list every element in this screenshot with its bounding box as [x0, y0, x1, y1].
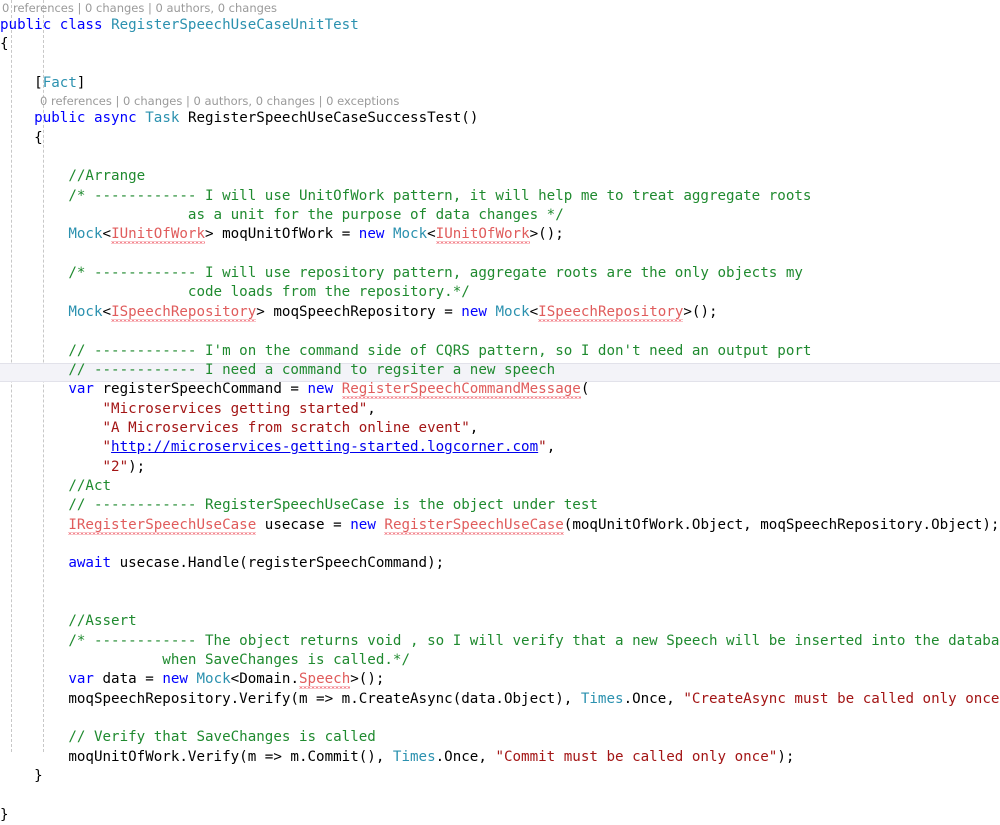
- comment-repository-line2: code loads from the repository.*/: [68, 284, 469, 300]
- codelens-method-header[interactable]: 0 references | 0 changes | 0 authors, 0 …: [0, 93, 1000, 109]
- comment-unitofwork-line2: as a unit for the purpose of data change…: [68, 207, 563, 223]
- identifier-speech-unresolved: Speech: [299, 671, 350, 689]
- identifier-ispeechrepository-unresolved: ISpeechRepository: [111, 304, 256, 322]
- line-comment-unitofwork-1[interactable]: /* ------------ I will use UnitOfWork pa…: [0, 187, 1000, 206]
- keyword-new: new: [359, 226, 385, 242]
- comment-unitofwork-line1: /* ------------ I will use UnitOfWork pa…: [68, 188, 811, 204]
- line-declare-usecase[interactable]: IRegisterSpeechUseCase usecase = new Reg…: [0, 516, 1000, 535]
- type-mock: Mock: [495, 304, 529, 320]
- identifier-iregisterspeechusecase-unresolved: IRegisterSpeechUseCase: [68, 517, 256, 535]
- codelens-class-header[interactable]: 0 references | 0 changes | 0 authors, 0 …: [0, 0, 1000, 16]
- line-declare-moq-speech-repository[interactable]: Mock<ISpeechRepository> moqSpeechReposit…: [0, 303, 1000, 322]
- class-name-identifier: RegisterSpeechUseCaseUnitTest: [111, 17, 359, 33]
- line-blank[interactable]: [0, 55, 1000, 74]
- line-class-declaration[interactable]: public class RegisterSpeechUseCaseUnitTe…: [0, 16, 1000, 35]
- identifier-iunitofwork-unresolved: IUnitOfWork: [436, 226, 530, 244]
- line-comment-assert[interactable]: //Assert: [0, 612, 1000, 631]
- line-argument-description[interactable]: "A Microservices from scratch online eve…: [0, 419, 1000, 438]
- line-blank[interactable]: [0, 245, 1000, 264]
- line-class-open-brace[interactable]: {: [0, 35, 1000, 54]
- identifier-iunitofwork-unresolved: IUnitOfWork: [111, 226, 205, 244]
- keyword-class: class: [60, 17, 103, 33]
- line-comment-cqrs[interactable]: // ------------ I'm on the command side …: [0, 342, 1000, 361]
- line-declare-register-speech-command[interactable]: var registerSpeechCommand = new Register…: [0, 380, 1000, 399]
- comment-assert: //Assert: [68, 613, 136, 629]
- comment-returns-void-line2: when SaveChanges is called.*/: [68, 652, 410, 668]
- comment-cqrs: // ------------ I'm on the command side …: [68, 343, 811, 359]
- type-mock: Mock: [68, 304, 102, 320]
- line-blank[interactable]: [0, 535, 1000, 554]
- comment-verify-savechanges: // Verify that SaveChanges is called: [68, 729, 376, 745]
- comment-act: //Act: [68, 478, 111, 494]
- type-mock: Mock: [393, 226, 427, 242]
- keyword-await: await: [68, 555, 111, 571]
- comment-repository-line1: /* ------------ I will use repository pa…: [68, 265, 803, 281]
- keyword-public: public: [0, 17, 51, 33]
- identifier-ispeechrepository-unresolved: ISpeechRepository: [538, 304, 683, 322]
- string-url-link[interactable]: http://microservices-getting-started.log…: [111, 439, 538, 455]
- line-argument-title[interactable]: "Microservices getting started",: [0, 400, 1000, 419]
- line-method-declaration[interactable]: public async Task RegisterSpeechUseCaseS…: [0, 109, 1000, 128]
- line-comment-arrange[interactable]: //Arrange: [0, 167, 1000, 186]
- line-comment-verify-savechanges[interactable]: // Verify that SaveChanges is called: [0, 728, 1000, 747]
- attribute-fact: Fact: [43, 75, 77, 91]
- code-text-layer[interactable]: 0 references | 0 changes | 0 authors, 0 …: [0, 0, 1000, 825]
- line-verify-commit[interactable]: moqUnitOfWork.Verify(m => m.Commit(), Ti…: [0, 748, 1000, 767]
- type-mock: Mock: [196, 671, 230, 687]
- line-fact-attribute[interactable]: [Fact]: [0, 74, 1000, 93]
- line-blank[interactable]: [0, 709, 1000, 728]
- comment-usecase-under-test: // ------------ RegisterSpeechUseCase is…: [68, 497, 598, 513]
- line-comment-usecase[interactable]: // ------------ RegisterSpeechUseCase is…: [0, 496, 1000, 515]
- keyword-var: var: [68, 381, 94, 397]
- keyword-new: new: [308, 381, 334, 397]
- line-method-open-brace[interactable]: {: [0, 129, 1000, 148]
- line-comment-need-command[interactable]: // ------------ I need a command to regs…: [0, 361, 1000, 380]
- line-blank[interactable]: [0, 786, 1000, 805]
- line-verify-create-async[interactable]: moqSpeechRepository.Verify(m => m.Create…: [0, 690, 1000, 709]
- line-comment-void-1[interactable]: /* ------------ The object returns void …: [0, 632, 1000, 651]
- line-blank[interactable]: [0, 574, 1000, 593]
- keyword-var: var: [68, 671, 94, 687]
- line-await-handle[interactable]: await usecase.Handle(registerSpeechComma…: [0, 554, 1000, 573]
- string-create-async-message: "CreateAsync must be called only once": [683, 691, 1000, 707]
- type-mock: Mock: [68, 226, 102, 242]
- line-blank[interactable]: [0, 148, 1000, 167]
- line-declare-moq-unitofwork[interactable]: Mock<IUnitOfWork> moqUnitOfWork = new Mo…: [0, 225, 1000, 244]
- string-type: "2": [103, 459, 129, 475]
- line-comment-repository-2[interactable]: code loads from the repository.*/: [0, 283, 1000, 302]
- keyword-async: async: [94, 110, 137, 126]
- identifier-registerspeechusecase-unresolved: RegisterSpeechUseCase: [384, 517, 563, 535]
- line-blank[interactable]: [0, 322, 1000, 341]
- comment-returns-void-line1: /* ------------ The object returns void …: [68, 633, 1000, 649]
- keyword-new: new: [350, 517, 376, 533]
- comment-arrange: //Arrange: [68, 168, 145, 184]
- line-blank[interactable]: [0, 593, 1000, 612]
- keyword-new: new: [461, 304, 487, 320]
- line-argument-url[interactable]: "http://microservices-getting-started.lo…: [0, 438, 1000, 457]
- comment-need-command: // ------------ I need a command to regs…: [68, 362, 555, 378]
- line-class-close-brace[interactable]: }: [0, 806, 1000, 825]
- line-comment-repository-1[interactable]: /* ------------ I will use repository pa…: [0, 264, 1000, 283]
- line-method-close-brace[interactable]: }: [0, 767, 1000, 786]
- string-description: "A Microservices from scratch online eve…: [103, 420, 470, 436]
- keyword-public: public: [34, 110, 85, 126]
- code-editor[interactable]: 0 references | 0 changes | 0 authors, 0 …: [0, 0, 1000, 752]
- line-comment-void-2[interactable]: when SaveChanges is called.*/: [0, 651, 1000, 670]
- line-comment-unitofwork-2[interactable]: as a unit for the purpose of data change…: [0, 206, 1000, 225]
- string-commit-message: "Commit must be called only once": [495, 749, 777, 765]
- type-task: Task: [145, 110, 179, 126]
- line-argument-type[interactable]: "2");: [0, 458, 1000, 477]
- keyword-new: new: [162, 671, 188, 687]
- identifier-register-speech-command-message-unresolved: RegisterSpeechCommandMessage: [342, 381, 581, 399]
- line-comment-act[interactable]: //Act: [0, 477, 1000, 496]
- type-times: Times: [393, 749, 436, 765]
- type-times: Times: [581, 691, 624, 707]
- line-declare-data-mock[interactable]: var data = new Mock<Domain.Speech>();: [0, 670, 1000, 689]
- string-title: "Microservices getting started": [103, 401, 368, 417]
